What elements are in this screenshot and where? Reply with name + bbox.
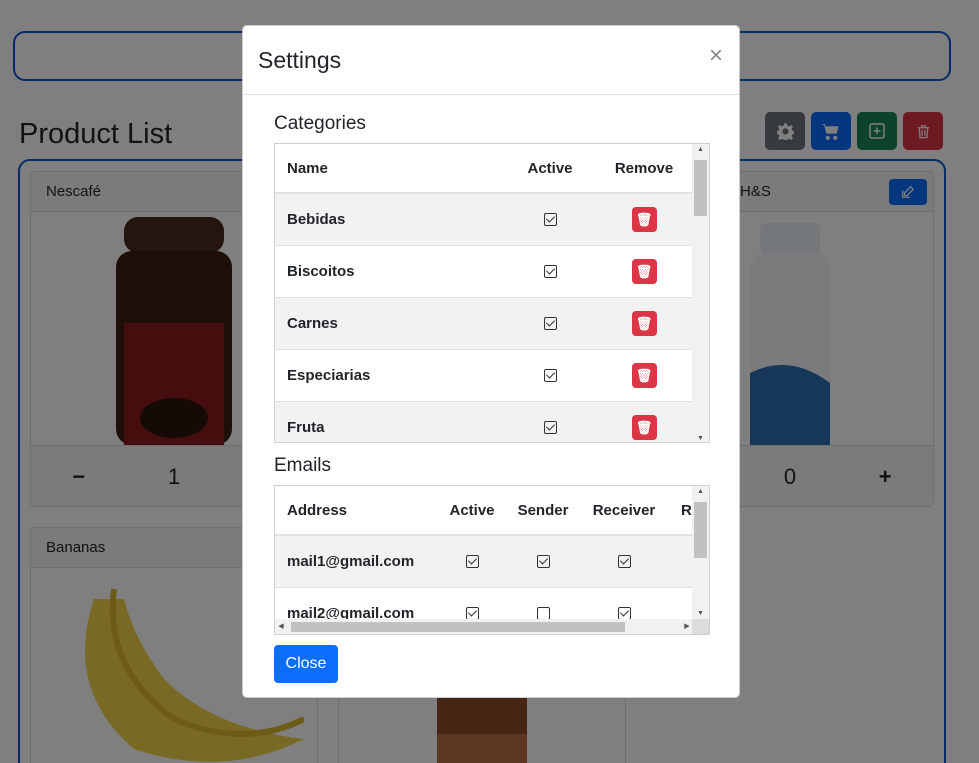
- scrollbar-thumb[interactable]: [694, 502, 707, 558]
- category-name: Bebidas: [275, 192, 505, 245]
- column-header: Sender: [507, 486, 579, 536]
- categories-table-container[interactable]: Name Active Remove Bebidas 🗑 Biscoitos 🗑: [274, 143, 710, 443]
- active-checkbox[interactable]: [543, 265, 557, 279]
- horizontal-scrollbar[interactable]: ◀ ▶: [275, 619, 709, 634]
- emails-table-container[interactable]: Address Active Sender Receiver R mail1@g…: [274, 485, 710, 635]
- scroll-up-arrow[interactable]: ▲: [692, 146, 709, 153]
- table-row: mail1@gmail.com: [275, 534, 709, 587]
- table-row: Especiarias 🗑: [275, 348, 693, 401]
- remove-button[interactable]: 🗑: [631, 414, 657, 440]
- sender-checkbox[interactable]: [536, 555, 550, 569]
- remove-button[interactable]: 🗑: [631, 258, 657, 284]
- emails-title: Emails: [274, 455, 332, 476]
- close-icon[interactable]: ×: [709, 44, 723, 68]
- table-row: Bebidas 🗑: [275, 192, 693, 245]
- column-header: Name: [275, 144, 505, 194]
- table-row: Carnes 🗑: [275, 296, 693, 349]
- categories-title: Categories: [274, 113, 366, 134]
- remove-button[interactable]: 🗑: [631, 310, 657, 336]
- column-header: Address: [275, 486, 437, 536]
- email-address: mail1@gmail.com: [275, 534, 437, 587]
- modal-header: Settings ×: [243, 26, 739, 95]
- vertical-scrollbar[interactable]: ▲ ▼: [692, 144, 709, 442]
- scroll-left-arrow[interactable]: ◀: [275, 622, 287, 630]
- remove-button[interactable]: 🗑: [631, 362, 657, 388]
- category-name: Especiarias: [275, 348, 505, 401]
- scroll-up-arrow[interactable]: ▲: [692, 488, 709, 495]
- remove-button[interactable]: 🗑: [631, 206, 657, 232]
- category-name: Fruta: [275, 400, 505, 442]
- scroll-down-arrow[interactable]: ▼: [692, 435, 709, 442]
- emails-table: Address Active Sender Receiver R mail1@g…: [275, 486, 709, 634]
- column-header: Remove: [595, 144, 693, 194]
- active-checkbox[interactable]: [543, 369, 557, 383]
- category-name: Carnes: [275, 296, 505, 349]
- active-checkbox[interactable]: [543, 213, 557, 227]
- column-header: Active: [505, 144, 595, 194]
- table-row: Biscoitos 🗑: [275, 244, 693, 297]
- scrollbar-thumb[interactable]: [291, 622, 625, 632]
- category-name: Biscoitos: [275, 244, 505, 297]
- vertical-scrollbar[interactable]: ▲ ▼: [692, 486, 709, 619]
- column-header: Active: [437, 486, 507, 536]
- scrollbar-thumb[interactable]: [694, 160, 707, 216]
- table-row: Fruta 🗑: [275, 400, 693, 442]
- receiver-checkbox[interactable]: [617, 555, 631, 569]
- scroll-down-arrow[interactable]: ▼: [692, 610, 709, 617]
- column-header: Receiver: [579, 486, 669, 536]
- modal-title: Settings: [258, 47, 342, 73]
- settings-modal: Settings × Categories Name Active Remove…: [242, 25, 740, 698]
- active-checkbox[interactable]: [465, 555, 479, 569]
- active-checkbox[interactable]: [543, 317, 557, 331]
- active-checkbox[interactable]: [543, 421, 557, 435]
- scroll-corner: [692, 619, 709, 634]
- categories-table: Name Active Remove Bebidas 🗑 Biscoitos 🗑: [275, 144, 693, 442]
- close-button[interactable]: Close: [274, 645, 338, 683]
